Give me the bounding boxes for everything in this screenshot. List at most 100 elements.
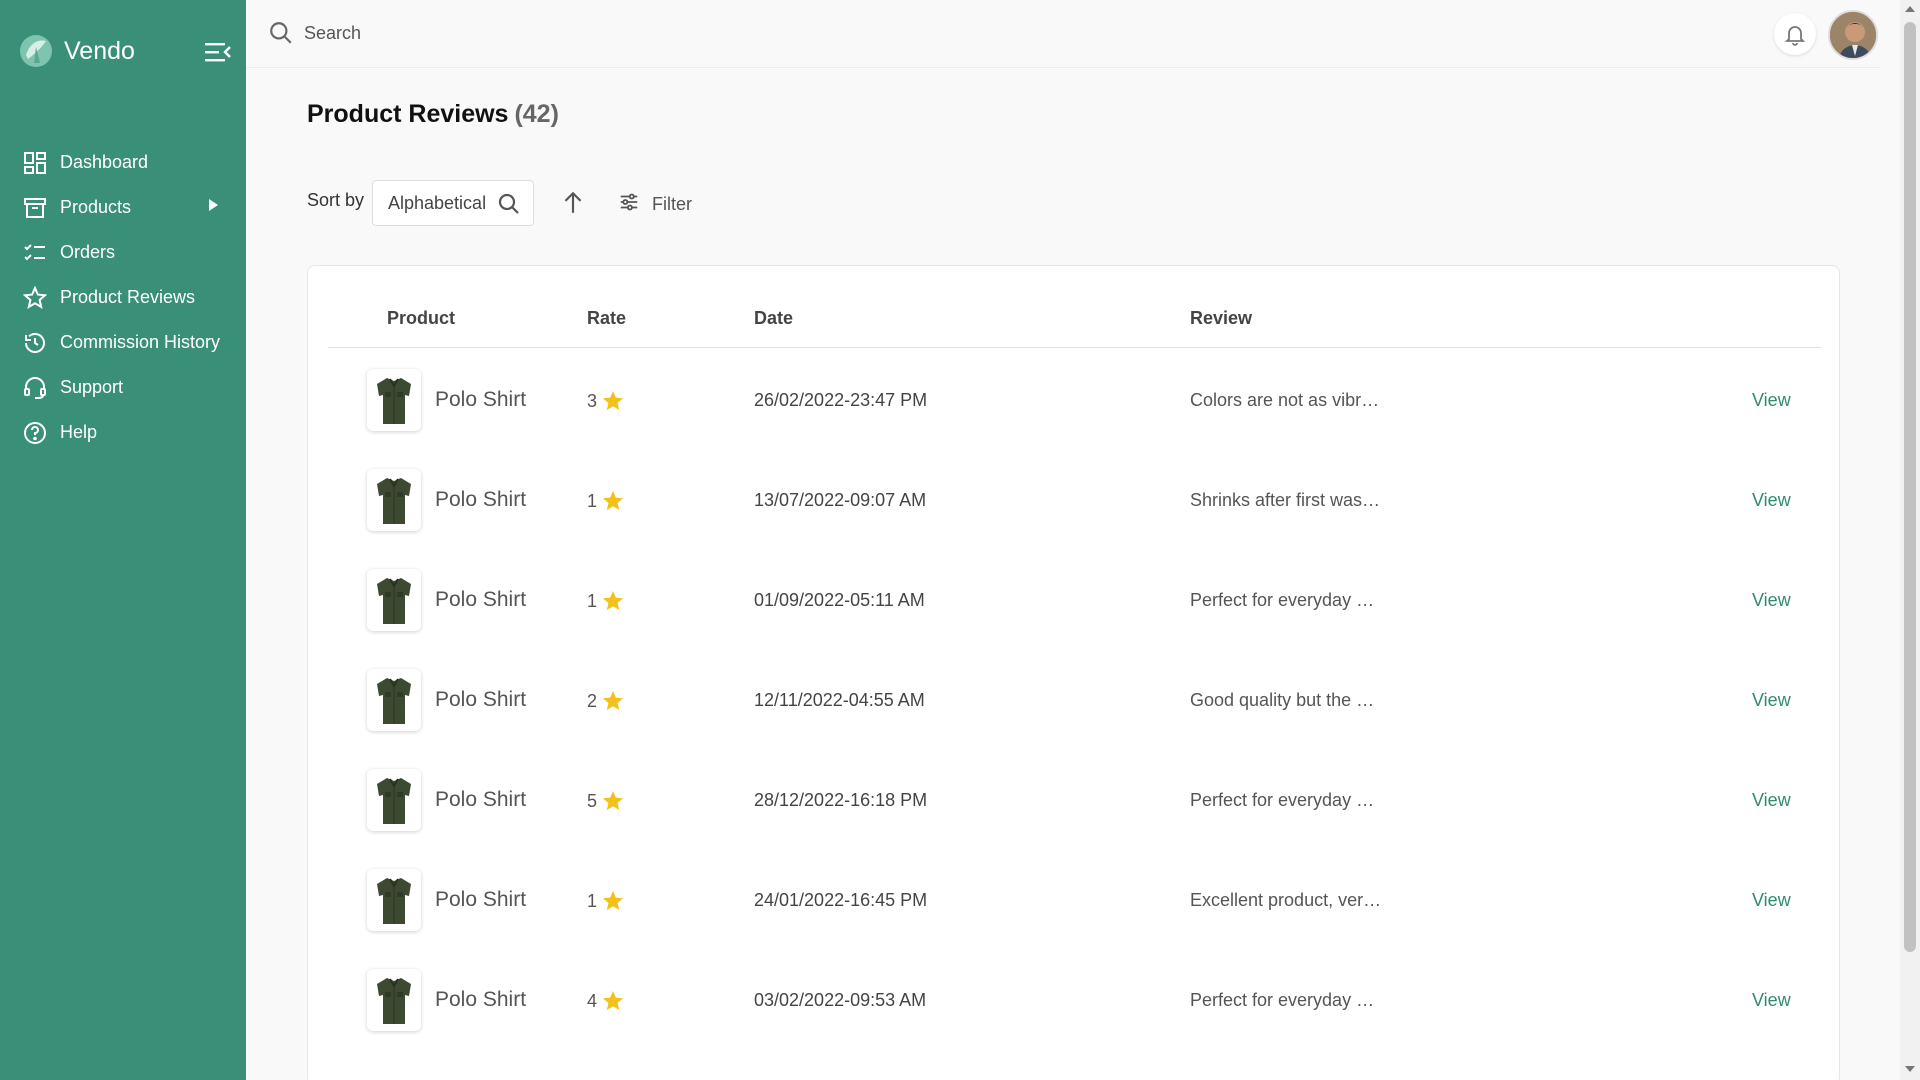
sort-value: Alphabetical	[388, 192, 487, 213]
review-date: 13/07/2022-09:07 AM	[754, 490, 927, 510]
sidebar-item-label: Products	[60, 197, 132, 217]
rating-value: 1	[587, 590, 598, 611]
sort-ascending-arrow-icon[interactable]	[560, 190, 586, 216]
view-link[interactable]: View	[1752, 490, 1791, 511]
review-date: 26/02/2022-23:47 PM	[754, 390, 928, 410]
scroll-up-arrow-icon[interactable]	[1905, 6, 1915, 12]
sidebar: Vendo Dashboard Products Orders Product …	[0, 0, 246, 1080]
rating-value: 5	[587, 790, 598, 811]
rating-value: 2	[587, 690, 598, 711]
product-name: Polo Shirt	[435, 788, 527, 811]
history-icon	[22, 330, 48, 356]
rating: 1	[587, 489, 625, 513]
table-row: Polo Shirt 4 03/02/2022-09:53 AM Perfect fo…	[308, 949, 1839, 1049]
sidebar-item-products[interactable]: Products	[0, 185, 246, 230]
search-input[interactable]	[304, 18, 804, 48]
sidebar-item-label: Support	[60, 377, 124, 397]
review-count: (42)	[514, 100, 559, 128]
column-header-product[interactable]: Product	[387, 308, 455, 329]
checklist-icon	[22, 240, 48, 266]
table-header: Product Rate Date Review	[328, 266, 1821, 348]
filter-label: Filter	[652, 193, 692, 214]
review-text: Perfect for everyday …	[1190, 990, 1375, 1010]
sidebar-nav: Dashboard Products Orders Product Review…	[0, 140, 246, 455]
review-date: 28/12/2022-16:18 PM	[754, 790, 928, 810]
sidebar-item-dashboard[interactable]: Dashboard	[0, 140, 246, 185]
chevron-right-icon	[209, 199, 218, 211]
scroll-down-arrow-icon[interactable]	[1905, 1066, 1915, 1072]
product-name: Polo Shirt	[435, 888, 527, 911]
star-icon	[601, 989, 625, 1013]
view-link[interactable]: View	[1752, 790, 1791, 811]
box-icon	[22, 195, 48, 221]
table-row: Polo Shirt 5 28/12/2022-16:18 PM Perfect fo…	[308, 749, 1839, 849]
product-thumbnail-image	[367, 669, 421, 731]
filter-button[interactable]: Filter	[618, 190, 692, 218]
brand[interactable]: Vendo	[18, 30, 135, 72]
table-row: Polo Shirt 1 24/01/2022-16:45 PM Excellent …	[308, 849, 1839, 949]
star-icon	[601, 489, 625, 513]
star-icon	[601, 689, 625, 713]
topbar	[246, 0, 1880, 68]
product-thumbnail-image	[367, 969, 421, 1031]
view-link[interactable]: View	[1752, 390, 1791, 411]
rating: 4	[587, 989, 625, 1013]
scrollbar-thumb[interactable]	[1904, 22, 1916, 952]
product-name: Polo Shirt	[435, 988, 527, 1011]
notification-bell-icon[interactable]	[1774, 13, 1816, 55]
sidebar-item-label: Commission History	[60, 332, 221, 352]
review-date: 12/11/2022-04:55 AM	[754, 690, 925, 710]
view-link[interactable]: View	[1752, 690, 1791, 711]
product-name: Polo Shirt	[435, 588, 527, 611]
rating: 5	[587, 789, 625, 813]
product-thumbnail-image	[367, 469, 421, 531]
view-link[interactable]: View	[1752, 890, 1791, 911]
review-date: 01/09/2022-05:11 AM	[754, 590, 925, 610]
table-row: Polo Shirt 3 26/02/2022-23:47 PM Colors are…	[308, 349, 1839, 449]
rating-value: 1	[587, 490, 598, 511]
rating-value: 4	[587, 990, 598, 1011]
product-name: Polo Shirt	[435, 388, 527, 411]
table-row: Polo Shirt 2 12/11/2022-04:55 AM Good quali…	[308, 649, 1839, 749]
sort-select[interactable]: Alphabetical	[372, 180, 534, 226]
product-thumbnail-image	[367, 369, 421, 431]
review-text: Shrinks after first was…	[1190, 490, 1381, 510]
column-header-date[interactable]: Date	[754, 308, 793, 329]
column-header-rate[interactable]: Rate	[587, 308, 626, 329]
sidebar-item-commission-history[interactable]: Commission History	[0, 320, 246, 365]
rating: 1	[587, 889, 625, 913]
search-icon	[268, 20, 294, 46]
review-date: 24/01/2022-16:45 PM	[754, 890, 928, 910]
sort-label: Sort by	[307, 190, 365, 210]
rating-value: 3	[587, 390, 598, 411]
star-icon	[601, 789, 625, 813]
headset-icon	[22, 375, 48, 401]
avatar[interactable]	[1828, 10, 1878, 60]
collapse-menu-icon[interactable]	[204, 40, 232, 64]
star-icon	[601, 889, 625, 913]
sliders-icon	[618, 191, 640, 218]
brand-name: Vendo	[64, 36, 135, 65]
product-thumbnail-image	[367, 769, 421, 831]
table-row: Polo Shirt 1 01/09/2022-05:11 AM Perfect fo…	[308, 549, 1839, 649]
dashboard-icon	[22, 150, 48, 176]
table-row: Polo Shirt 1 13/07/2022-09:07 AM Shrinks af…	[308, 449, 1839, 549]
product-thumbnail-image	[367, 869, 421, 931]
page-title: Product Reviews (42)	[307, 100, 559, 129]
product-name: Polo Shirt	[435, 688, 527, 711]
sidebar-item-help[interactable]: Help	[0, 410, 246, 455]
rating: 2	[587, 689, 625, 713]
search-icon	[497, 192, 521, 216]
rating-value: 1	[587, 890, 598, 911]
page-scrollbar[interactable]	[1900, 0, 1920, 1080]
column-header-review[interactable]: Review	[1190, 308, 1252, 329]
product-name: Polo Shirt	[435, 488, 527, 511]
sidebar-item-support[interactable]: Support	[0, 365, 246, 410]
sidebar-item-product-reviews[interactable]: Product Reviews	[0, 275, 246, 320]
sidebar-item-label: Product Reviews	[60, 287, 196, 307]
question-circle-icon	[22, 420, 48, 446]
view-link[interactable]: View	[1752, 590, 1791, 611]
view-link[interactable]: View	[1752, 990, 1791, 1011]
sidebar-item-orders[interactable]: Orders	[0, 230, 246, 275]
review-text: Perfect for everyday …	[1190, 590, 1375, 610]
